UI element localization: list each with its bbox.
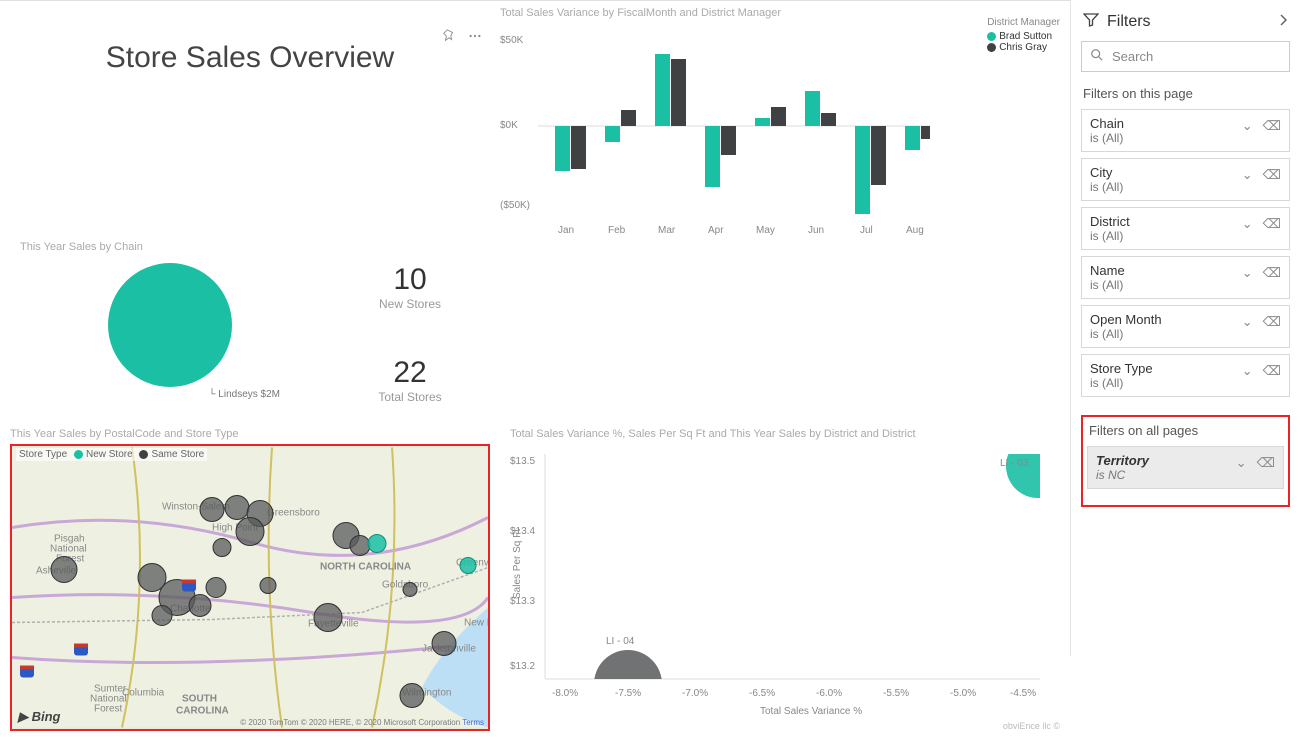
- eraser-icon[interactable]: ⌫: [1263, 167, 1281, 183]
- scatter-chart-svg: $13.5 $13.4 $13.3 $13.2 -8.0% -7.5% -7.0…: [510, 444, 1040, 719]
- pin-icon[interactable]: [442, 29, 456, 46]
- map-svg: Winston-Salem Greensboro High Point Pisg…: [12, 446, 488, 729]
- svg-text:Apr: Apr: [708, 225, 724, 236]
- svg-text:-8.0%: -8.0%: [552, 688, 578, 699]
- map-credit: © 2020 TomTom © 2020 HERE, © 2020 Micros…: [240, 718, 484, 727]
- eraser-icon[interactable]: ⌫: [1263, 118, 1281, 134]
- svg-text:-7.0%: -7.0%: [682, 688, 708, 699]
- chevron-down-icon[interactable]: ⌄: [1242, 167, 1253, 183]
- svg-text:Columbia: Columbia: [122, 688, 165, 699]
- svg-text:$13.5: $13.5: [510, 456, 535, 467]
- section-filters-all: Filters on all pages: [1089, 423, 1284, 438]
- filter-icon: [1083, 12, 1099, 31]
- eraser-icon[interactable]: ⌫: [1263, 265, 1281, 281]
- svg-text:Jan: Jan: [558, 225, 574, 236]
- filters-pane: Filters Search Filters on this page Chai…: [1070, 0, 1300, 656]
- svg-text:SOUTH: SOUTH: [182, 694, 217, 705]
- svg-text:-7.5%: -7.5%: [615, 688, 641, 699]
- chevron-down-icon[interactable]: ⌄: [1242, 314, 1253, 330]
- filter-card-name[interactable]: Name is (All) ⌄⌫: [1081, 256, 1290, 299]
- bar-chart-legend: District Manager Brad Sutton Chris Gray: [987, 17, 1060, 53]
- chevron-down-icon[interactable]: ⌄: [1242, 265, 1253, 281]
- eraser-icon[interactable]: ⌫: [1263, 314, 1281, 330]
- svg-text:-6.5%: -6.5%: [749, 688, 775, 699]
- svg-text:-4.5%: -4.5%: [1010, 688, 1036, 699]
- eraser-icon[interactable]: ⌫: [1263, 363, 1281, 379]
- filter-card-chain[interactable]: Chain is (All) ⌄⌫: [1081, 109, 1290, 152]
- filter-card-open-month[interactable]: Open Month is (All) ⌄⌫: [1081, 305, 1290, 348]
- scatter-xlabel: Total Sales Variance %: [760, 706, 862, 717]
- map-legend: Store Type New Store Same Store: [16, 448, 207, 461]
- pie-chart-title: This Year Sales by Chain: [20, 241, 320, 253]
- svg-text:New Be: New Be: [464, 618, 488, 629]
- eraser-icon[interactable]: ⌫: [1257, 455, 1275, 471]
- svg-text:Greensboro: Greensboro: [267, 508, 320, 519]
- chevron-down-icon[interactable]: ⌄: [1242, 216, 1253, 232]
- map-chart-title: This Year Sales by PostalCode and Store …: [10, 428, 490, 440]
- scatter-chart-title: Total Sales Variance %, Sales Per Sq Ft …: [510, 428, 1060, 440]
- svg-text:Jul: Jul: [860, 225, 873, 236]
- svg-text:CAROLINA: CAROLINA: [176, 706, 229, 717]
- pie-chart-tile[interactable]: This Year Sales by Chain └ Lindseys $2M: [10, 241, 330, 426]
- filter-search-input[interactable]: Search: [1081, 41, 1290, 72]
- svg-text:Aug: Aug: [906, 225, 924, 236]
- scatter-ylabel: Sales Per Sq Ft: [512, 529, 523, 599]
- svg-text:$0K: $0K: [500, 120, 518, 131]
- section-filters-page: Filters on this page: [1083, 86, 1290, 101]
- card-total-stores[interactable]: 22 Total Stores: [330, 356, 490, 404]
- svg-text:May: May: [756, 225, 775, 236]
- svg-text:Mar: Mar: [658, 225, 676, 236]
- filter-card-store-type[interactable]: Store Type is (All) ⌄⌫: [1081, 354, 1290, 397]
- svg-text:$13.2: $13.2: [510, 661, 535, 672]
- filters-title: Filters: [1107, 13, 1270, 31]
- map-visual[interactable]: Store Type New Store Same Store: [10, 444, 490, 731]
- search-icon: [1090, 48, 1104, 65]
- obvience-credit: obviEnce llc ©: [1003, 721, 1060, 731]
- page-title: Store Sales Overview: [10, 41, 490, 75]
- bar-chart-tile[interactable]: Total Sales Variance by FiscalMonth and …: [490, 7, 1060, 241]
- chevron-down-icon[interactable]: ⌄: [1242, 363, 1253, 379]
- svg-text:-6.0%: -6.0%: [816, 688, 842, 699]
- bar-chart-svg: $50K $0K ($50K): [500, 23, 930, 238]
- svg-text:Jun: Jun: [808, 225, 824, 236]
- collapse-icon[interactable]: [1278, 13, 1288, 30]
- scatter-point-label: LI - 03: [1000, 458, 1029, 469]
- pie-chart: [108, 263, 232, 387]
- more-icon[interactable]: [468, 29, 482, 46]
- bing-logo: ▶ Bing: [18, 709, 61, 725]
- chevron-down-icon[interactable]: ⌄: [1236, 455, 1247, 471]
- pie-legend: └ Lindseys $2M: [208, 389, 280, 400]
- chevron-down-icon[interactable]: ⌄: [1242, 118, 1253, 134]
- svg-text:NORTH CAROLINA: NORTH CAROLINA: [320, 562, 411, 573]
- scatter-point-label: LI - 04: [606, 636, 635, 647]
- svg-text:-5.0%: -5.0%: [950, 688, 976, 699]
- svg-text:-5.5%: -5.5%: [883, 688, 909, 699]
- card-new-stores[interactable]: 10 New Stores: [330, 263, 490, 311]
- svg-text:Feb: Feb: [608, 225, 626, 236]
- filters-all-pages-highlight: Filters on all pages Territory is NC ⌄⌫: [1081, 415, 1290, 507]
- svg-text:($50K): ($50K): [500, 200, 530, 211]
- filter-card-territory[interactable]: Territory is NC ⌄⌫: [1087, 446, 1284, 489]
- filter-card-district[interactable]: District is (All) ⌄⌫: [1081, 207, 1290, 250]
- filter-card-city[interactable]: City is (All) ⌄⌫: [1081, 158, 1290, 201]
- bar-chart-title: Total Sales Variance by FiscalMonth and …: [500, 7, 1060, 19]
- scatter-chart-tile[interactable]: Total Sales Variance %, Sales Per Sq Ft …: [490, 428, 1060, 731]
- svg-text:$50K: $50K: [500, 35, 524, 46]
- eraser-icon[interactable]: ⌫: [1263, 216, 1281, 232]
- svg-text:Forest: Forest: [94, 704, 123, 715]
